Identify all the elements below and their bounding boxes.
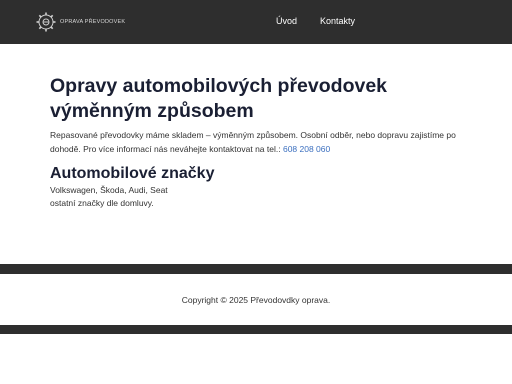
nav-link-uvod[interactable]: Úvod [276, 16, 297, 26]
phone-link[interactable]: 608 208 060 [283, 144, 330, 154]
brands-note: ostatní značky dle domluvy. [50, 198, 154, 208]
footer-bottom-band [0, 325, 512, 334]
brands-line: Volkswagen, Škoda, Audi, Seat [50, 185, 168, 195]
nav-link-kontakty[interactable]: Kontakty [320, 16, 355, 26]
intro-paragraph: Repasované převodovky máme skladem – vým… [50, 128, 470, 156]
site-header: OPRAVA PŘEVODOVEK Úvod Kontakty [0, 0, 512, 44]
copyright-text: Copyright © 2025 Převodovdky oprava. [181, 295, 331, 305]
brands-list: Volkswagen, Škoda, Audi, Seat ostatní zn… [50, 184, 470, 210]
brands-heading: Automobilové značky [50, 165, 215, 182]
page-title: Opravy automobilových převodovek výměnný… [50, 75, 388, 122]
main-content: Opravy automobilových převodovek výměnný… [50, 74, 470, 210]
main-nav: Úvod Kontakty [0, 16, 512, 28]
intro-text: Repasované převodovky máme skladem – vým… [50, 130, 456, 154]
footer-top-band [0, 264, 512, 274]
